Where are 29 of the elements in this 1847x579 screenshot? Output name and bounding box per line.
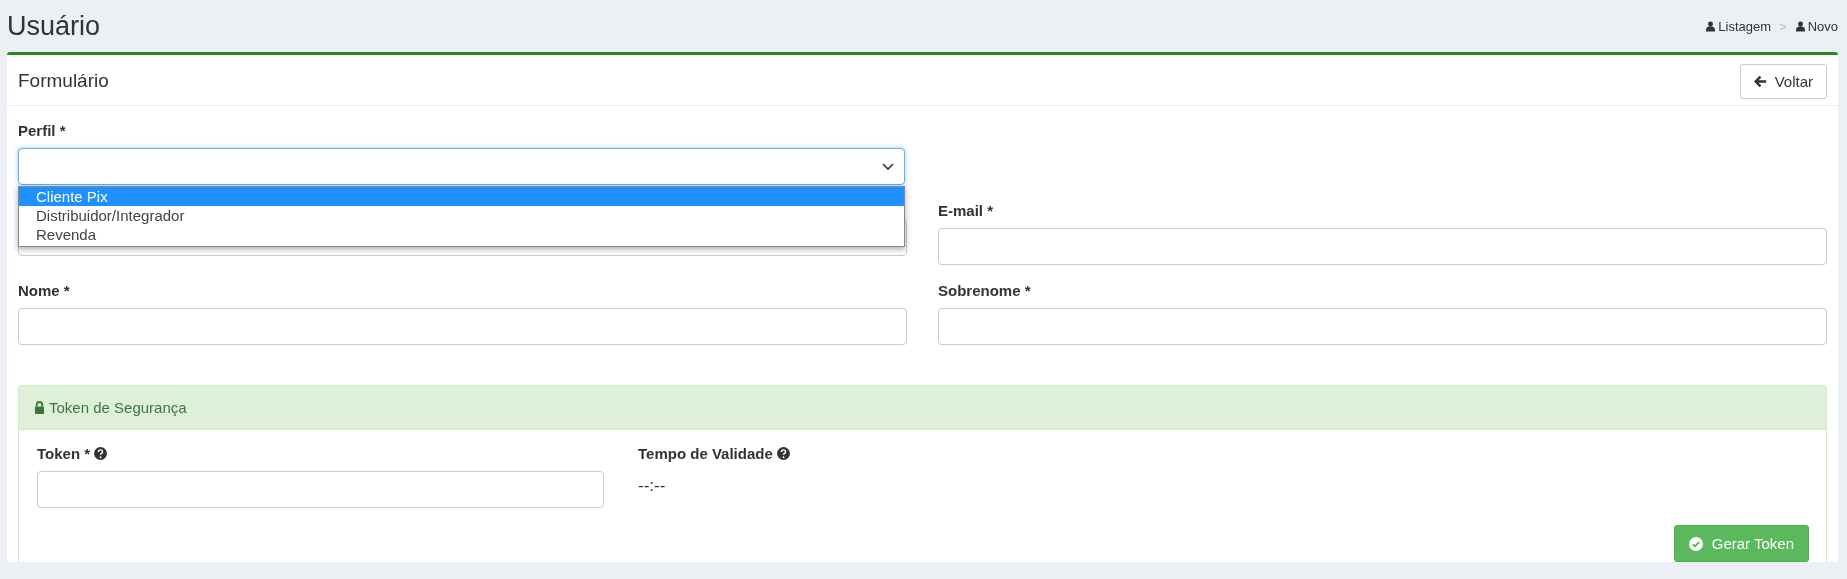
panel-title: Formulário xyxy=(18,70,109,92)
field-label: E-mail * xyxy=(938,202,995,219)
user-icon xyxy=(1794,20,1806,32)
breadcrumb-link[interactable]: Novo xyxy=(1794,18,1838,34)
token-panel-title: Token de Segurança xyxy=(49,399,187,416)
breadcrumb-link[interactable]: Listagem xyxy=(1705,18,1772,34)
field-label: Token * xyxy=(37,445,91,462)
back-button[interactable]: Voltar xyxy=(1739,63,1827,99)
select-field[interactable] xyxy=(18,148,905,185)
dropdown-option[interactable]: Revenda xyxy=(19,225,904,244)
field-label: Nome * xyxy=(18,282,71,299)
help-icon xyxy=(776,447,790,460)
user-icon xyxy=(1705,20,1717,32)
input-field[interactable] xyxy=(938,228,1827,265)
input-field[interactable] xyxy=(938,308,1827,345)
help-icon xyxy=(94,447,108,460)
field-label: Sobrenome * xyxy=(938,282,1032,299)
page-title: Usuário xyxy=(7,10,101,42)
check-circle-icon xyxy=(1688,536,1703,551)
input-field[interactable] xyxy=(18,308,907,345)
chevron-down-icon xyxy=(882,162,894,171)
validity-value: --:-- xyxy=(638,476,667,496)
lock-icon xyxy=(34,401,45,414)
field-label: Tempo de Validade xyxy=(638,445,773,462)
arrow-left-icon xyxy=(1753,74,1767,88)
token-input-field[interactable] xyxy=(37,471,604,508)
field-label: Perfil * xyxy=(18,122,67,139)
breadcrumb-separator: > xyxy=(1779,18,1787,34)
dropdown-option[interactable]: Distribuidor/Integrador xyxy=(19,206,904,225)
